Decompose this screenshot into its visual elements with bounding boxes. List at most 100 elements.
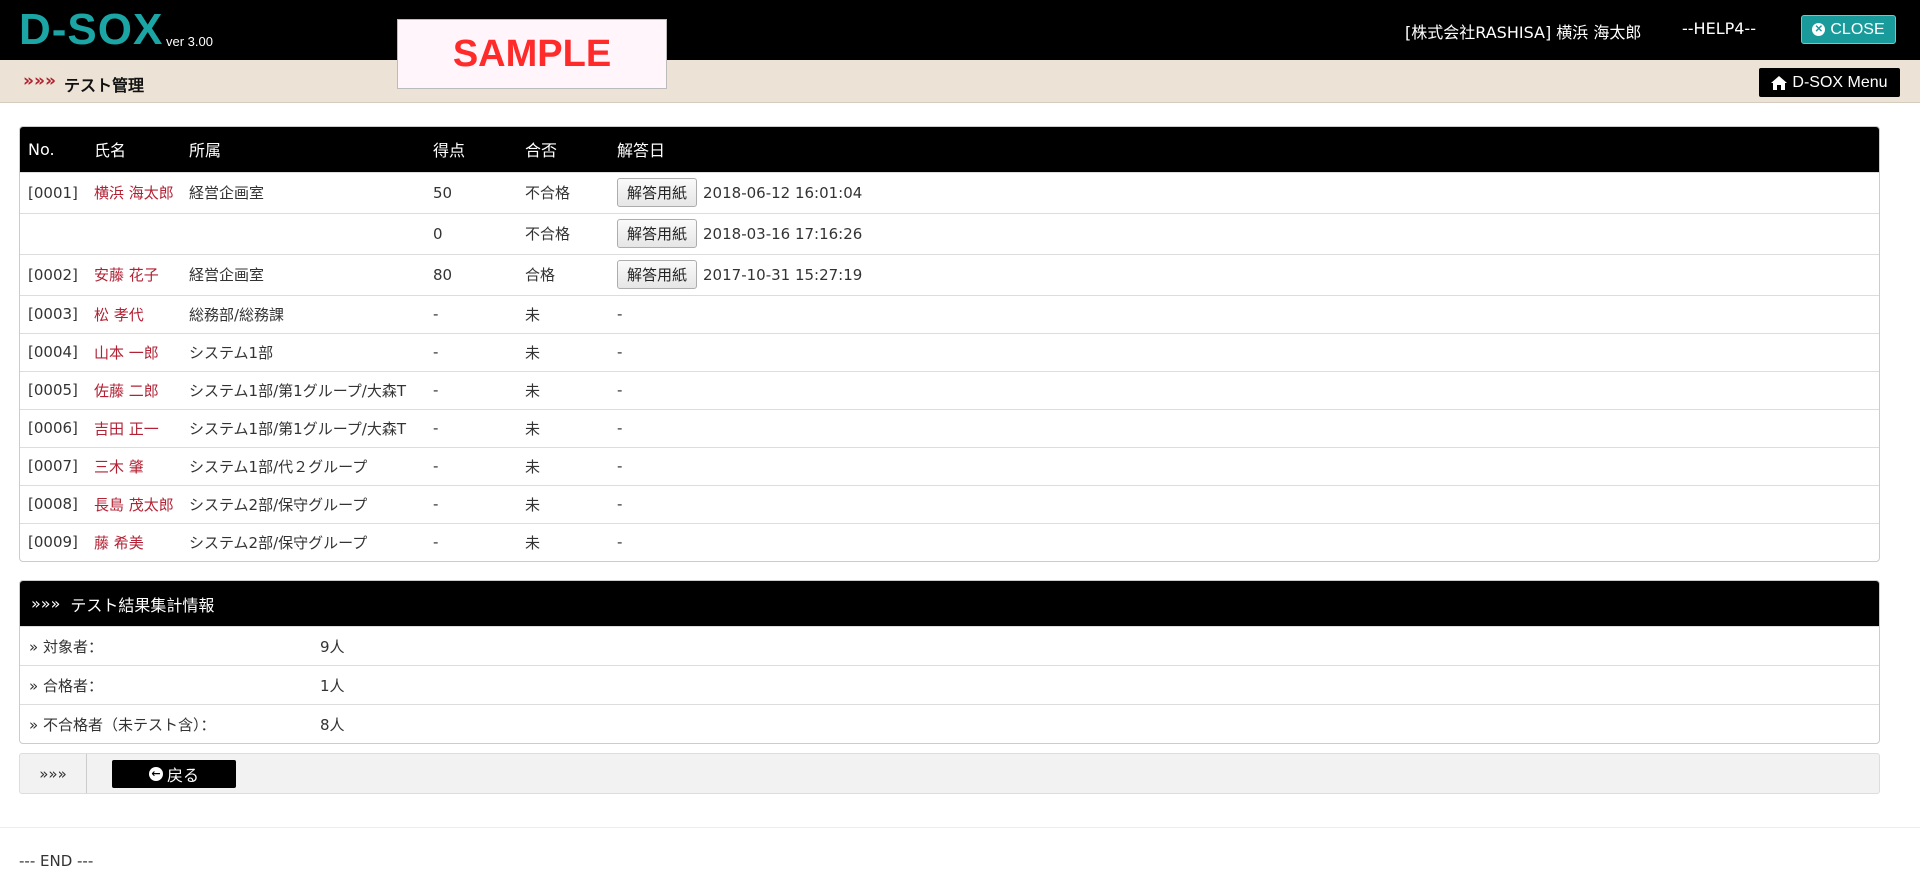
cell-score: - bbox=[425, 294, 517, 333]
cell-name[interactable]: 横浜 海太郎 bbox=[86, 171, 181, 213]
stats-value: 9人 bbox=[320, 637, 345, 656]
cell-name[interactable]: 三木 肇 bbox=[86, 446, 181, 485]
cell-score: - bbox=[425, 484, 517, 523]
answer-date: - bbox=[617, 419, 623, 437]
cell-no: [0002] bbox=[20, 253, 86, 295]
cell-name[interactable]: 吉田 正一 bbox=[86, 408, 181, 447]
table-row: [0004] 山本 一郎 システム1部 - 未 - bbox=[20, 332, 1879, 371]
answer-sheet-button[interactable]: 解答用紙 bbox=[617, 260, 698, 289]
cell-dept: システム1部/第1グループ/大森T bbox=[181, 370, 425, 409]
cell-no: [0006] bbox=[20, 408, 86, 447]
cell-name[interactable]: 安藤 花子 bbox=[86, 253, 181, 295]
col-score: 得点 bbox=[425, 127, 517, 172]
action-bar: »»» ← 戻る bbox=[19, 753, 1880, 794]
sample-watermark: SAMPLE bbox=[397, 19, 667, 89]
cell-date: - bbox=[609, 446, 1879, 485]
cell-dept bbox=[181, 212, 425, 254]
table-body: [0001] 横浜 海太郎 経営企画室 50 不合格 解答用紙 2018-06-12 16:… bbox=[20, 171, 1879, 561]
cell-result: 未 bbox=[517, 522, 609, 561]
cell-no bbox=[20, 212, 86, 254]
stats-value: 8人 bbox=[320, 715, 345, 734]
stats-row-failed: » 不合格者（未テスト含）： 8人 bbox=[20, 704, 1879, 743]
stats-arrows: »»» bbox=[31, 594, 61, 613]
col-name: 氏名 bbox=[86, 127, 181, 172]
help-link[interactable]: --HELP4-- bbox=[1682, 19, 1756, 38]
answer-date: 2017-10-31 15:27:19 bbox=[703, 265, 863, 284]
breadcrumb-arrows: »»» bbox=[23, 71, 56, 91]
cell-no: [0008] bbox=[20, 484, 86, 523]
table-row: [0005] 佐藤 二郎 システム1部/第1グループ/大森T - 未 - bbox=[20, 370, 1879, 409]
footer-divider bbox=[0, 827, 1920, 828]
table-row: [0001] 横浜 海太郎 経営企画室 50 不合格 解答用紙 2018-06-12 16:… bbox=[20, 171, 1879, 213]
stats-title: テスト結果集計情報 bbox=[70, 595, 215, 615]
answer-date: - bbox=[617, 305, 623, 323]
cell-date: 解答用紙 2017-10-31 15:27:19 bbox=[609, 253, 1879, 295]
cell-no: [0004] bbox=[20, 332, 86, 371]
stats-label: » 不合格者（未テスト含）： bbox=[29, 715, 216, 734]
cell-no: [0003] bbox=[20, 294, 86, 333]
table-header-row: No. 氏名 所属 得点 合否 解答日 bbox=[20, 127, 1879, 172]
table-row: [0007] 三木 肇システム1部/代２グループ - 未 - bbox=[20, 446, 1879, 485]
cell-score: - bbox=[425, 522, 517, 561]
cell-date: - bbox=[609, 370, 1879, 409]
action-bar-arrows: »»» bbox=[20, 754, 87, 793]
cell-score: - bbox=[425, 370, 517, 409]
app-logo: D-SOX bbox=[19, 5, 164, 54]
cell-name bbox=[86, 212, 181, 254]
cell-dept: 経営企画室 bbox=[181, 253, 425, 295]
cell-result: 未 bbox=[517, 484, 609, 523]
answer-sheet-button[interactable]: 解答用紙 bbox=[617, 219, 698, 248]
cell-no: [0001] bbox=[20, 171, 86, 213]
cell-date: - bbox=[609, 522, 1879, 561]
cell-result: 未 bbox=[517, 446, 609, 485]
col-no: No. bbox=[20, 127, 86, 172]
cell-name[interactable]: 長島 茂太郎 bbox=[86, 484, 181, 523]
cell-result: 未 bbox=[517, 332, 609, 371]
cell-dept: システム2部/保守グループ bbox=[181, 522, 425, 561]
cell-score: - bbox=[425, 332, 517, 371]
dsox-menu-button[interactable]: D-SOX Menu bbox=[1759, 68, 1900, 97]
back-button[interactable]: ← 戻る bbox=[112, 760, 236, 788]
cell-no: [0007] bbox=[20, 446, 86, 485]
cell-result: 不合格 bbox=[517, 212, 609, 254]
stats-header: »»» テスト結果集計情報 bbox=[20, 581, 1879, 626]
cell-result: 合格 bbox=[517, 253, 609, 295]
cell-name[interactable]: 佐藤 二郎 bbox=[86, 370, 181, 409]
table-row: [0002] 安藤 花子 経営企画室 80 合格 解答用紙 2017-10-31 15:27… bbox=[20, 253, 1879, 295]
cell-name[interactable]: 山本 一郎 bbox=[86, 332, 181, 371]
close-button-label: CLOSE bbox=[1830, 20, 1885, 38]
cell-score: - bbox=[425, 446, 517, 485]
table-row: [0003] 松 孝代 総務部/総務課 - 未 - bbox=[20, 294, 1879, 333]
cell-result: 未 bbox=[517, 370, 609, 409]
stats-label: » 合格者： bbox=[29, 676, 103, 695]
stats-value: 1人 bbox=[320, 676, 345, 695]
cell-dept: 経営企画室 bbox=[181, 171, 425, 213]
cell-date: - bbox=[609, 408, 1879, 447]
dsox-menu-label: D-SOX Menu bbox=[1792, 73, 1888, 91]
cell-dept: システム2部/保守グループ bbox=[181, 484, 425, 523]
col-dept: 所属 bbox=[181, 127, 425, 172]
cell-date: - bbox=[609, 294, 1879, 333]
cell-result: 未 bbox=[517, 294, 609, 333]
page-title: テスト管理 bbox=[64, 76, 145, 95]
cell-name[interactable]: 松 孝代 bbox=[86, 294, 181, 333]
times-circle-icon: ✕ bbox=[1812, 23, 1826, 36]
col-date: 解答日 bbox=[609, 127, 1879, 172]
cell-dept: 総務部/総務課 bbox=[181, 294, 425, 333]
answer-sheet-button[interactable]: 解答用紙 bbox=[617, 178, 698, 207]
answer-date: - bbox=[617, 533, 623, 551]
cell-dept: システム1部/第1グループ/大森T bbox=[181, 408, 425, 447]
page-header: »»» テスト管理 D-SOX Menu bbox=[0, 60, 1920, 103]
arrow-circle-left-icon: ← bbox=[148, 767, 163, 781]
cell-dept: システム1部 bbox=[181, 332, 425, 371]
stats-panel: »»» テスト結果集計情報 » 対象者： 9人 » 合格者： 1人 » 不合格者… bbox=[19, 580, 1880, 744]
answer-date: - bbox=[617, 457, 623, 475]
cell-name[interactable]: 藤 希美 bbox=[86, 522, 181, 561]
home-icon bbox=[1771, 75, 1788, 90]
close-button[interactable]: ✕ CLOSE bbox=[1801, 15, 1896, 44]
cell-date: 解答用紙 2018-03-16 17:16:26 bbox=[609, 212, 1879, 254]
answer-date: - bbox=[617, 381, 623, 399]
table-row: [0009] 藤 希美 システム2部/保守グループ - 未 - bbox=[20, 522, 1879, 561]
cell-date: - bbox=[609, 332, 1879, 371]
cell-no: [0005] bbox=[20, 370, 86, 409]
